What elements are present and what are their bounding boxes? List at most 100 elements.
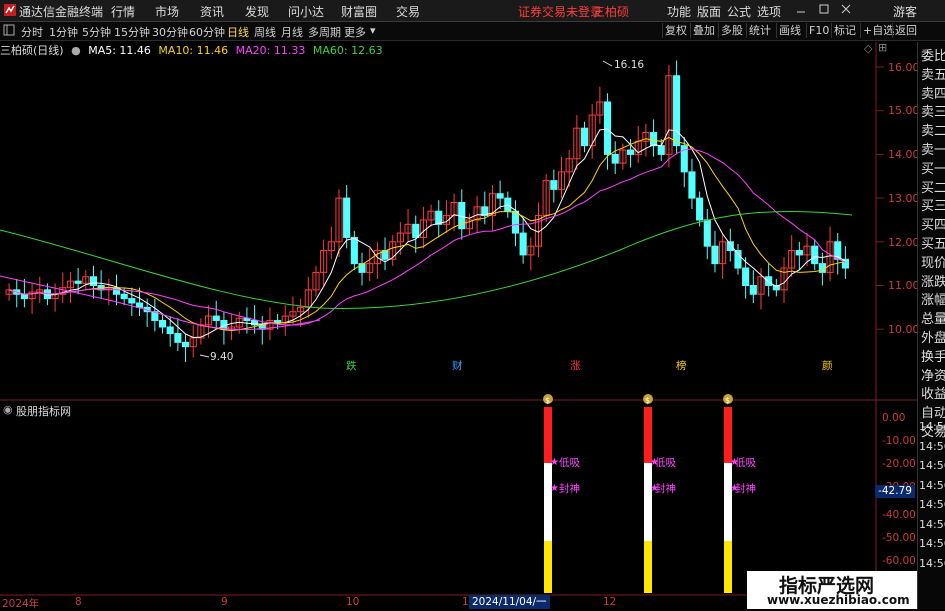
indicator-bar-red <box>544 407 552 463</box>
indicator-tick: -50.00 <box>882 532 916 544</box>
candle-body <box>135 302 144 308</box>
money-bag-glyph: $ <box>725 396 730 405</box>
quote-label: 买一 <box>921 161 945 177</box>
label-low-buy: 低吸 <box>655 457 676 469</box>
time-entry: 14:56 <box>919 459 945 472</box>
candle-body <box>89 276 98 287</box>
candle-body <box>657 145 665 155</box>
x-tick: 8 <box>75 596 82 608</box>
time-entry: 14:56 <box>919 517 945 531</box>
indicator-tick: -20.00 <box>882 458 916 470</box>
candle-body <box>650 132 658 147</box>
time-entry: 14:56 <box>919 537 945 550</box>
price-tick: 15.00 <box>888 104 920 117</box>
quote-label: 卖五 <box>921 67 945 83</box>
x-tick: 10 <box>346 596 360 608</box>
time-entry: 14:56 <box>919 420 945 433</box>
candle-body <box>519 232 527 256</box>
candle-body <box>120 293 128 300</box>
quote-label: 卖四 <box>921 86 945 102</box>
candle-body <box>343 197 351 238</box>
candle-body <box>765 276 773 287</box>
candle-body <box>350 236 358 265</box>
x-tick: 9 <box>221 596 228 608</box>
candle-body <box>511 210 520 234</box>
candle-body <box>818 263 826 273</box>
money-bag-glyph: $ <box>645 396 650 405</box>
indicator-title: 股朋指标网 <box>16 405 71 418</box>
candle-body <box>611 153 619 164</box>
indicator-bar-red <box>724 407 732 463</box>
quote-label: 买五 <box>921 237 945 252</box>
candle-body <box>496 193 504 199</box>
candle-body <box>626 149 635 155</box>
candle-body <box>673 75 681 147</box>
candle-body <box>412 223 420 238</box>
quote-label: 买四 <box>921 218 945 234</box>
cursor-date-badge: 2024/11/04/一 <box>469 595 550 609</box>
indicator-bar-red <box>644 407 652 463</box>
candle-body <box>20 293 28 300</box>
label-seal: 封神 <box>735 483 756 495</box>
label-low-buy: 低吸 <box>559 457 580 469</box>
indicator-bar-yellow <box>644 541 652 593</box>
quote-label: 换手 <box>921 349 945 365</box>
indicator-bar-white <box>724 463 732 541</box>
candle-body <box>734 250 742 269</box>
candle-body <box>749 285 757 295</box>
candle-body <box>811 245 819 265</box>
candle-body <box>166 326 174 335</box>
price-tick: 10.00 <box>888 323 920 336</box>
price-tick: 12.00 <box>888 236 920 249</box>
label-seal: 封神 <box>655 483 676 495</box>
quote-label: 卖一 <box>921 143 945 158</box>
quote-label: 总量 <box>921 312 945 328</box>
candle-body <box>550 180 558 190</box>
signal-cai: 财 <box>452 360 463 372</box>
candle-body <box>112 287 121 295</box>
indicator-tick: -40.00 <box>882 509 916 521</box>
quote-label: 涨幅 <box>921 293 945 309</box>
price-tick: 14.00 <box>888 148 920 161</box>
quote-sidepanel: 委比 卖五 卖四 卖三 卖二 卖一 买一 买二 买三 买四 买五 现价 涨跌 涨幅 总量 外盘 换手 净资 收益 自动… <box>917 42 945 609</box>
signal-zhang: 涨 <box>570 360 581 372</box>
indicator-bar-yellow <box>724 541 732 593</box>
indicator-tick: -10.00 <box>882 435 916 447</box>
candle-body <box>603 101 612 155</box>
quote-label: 外盘 <box>921 331 945 346</box>
time-entry: 14:56 <box>919 498 945 511</box>
candle-body <box>688 171 696 199</box>
signal-yan: 颜 <box>822 360 833 372</box>
indicator-tick: 0.00 <box>882 412 906 424</box>
candle-body <box>212 315 220 321</box>
candle-body <box>711 245 719 265</box>
label-low-buy: 低吸 <box>735 457 756 469</box>
quote-label: 卖三 <box>921 105 945 121</box>
candle-body <box>128 298 136 304</box>
label-seal: 封神 <box>559 483 580 495</box>
candle-body <box>795 250 803 256</box>
quote-label: 卖二 <box>921 124 945 140</box>
indicator-settings-icon[interactable]: ◉ <box>3 403 13 416</box>
watermark: 指标严选网 www.xuezhibiao.com <box>747 571 917 609</box>
indicator-bar-white <box>544 463 552 541</box>
x-tick: 12 <box>603 596 617 608</box>
money-bag-glyph: $ <box>545 396 550 405</box>
candle-body <box>703 219 711 247</box>
star-marker: ★ <box>550 457 559 468</box>
price-tick: 16.00 <box>888 61 920 74</box>
candle-body <box>174 333 182 343</box>
indicator-tick: -60.00 <box>882 555 916 567</box>
quote-label: 自动 <box>921 406 945 422</box>
candle-body <box>74 280 82 284</box>
time-entry: 14:56 <box>919 478 945 492</box>
candle-body <box>435 210 443 225</box>
low-pointer <box>199 354 210 358</box>
quote-label: 涨跌 <box>921 274 945 290</box>
candle-body <box>742 267 750 286</box>
candle-body <box>158 319 167 328</box>
time-entry: 14:56 <box>919 439 945 453</box>
kline-chart[interactable]: $★★$★★$★★ <box>0 0 917 609</box>
price-tick: 13.00 <box>888 192 920 205</box>
signal-die: 跌 <box>346 360 357 372</box>
